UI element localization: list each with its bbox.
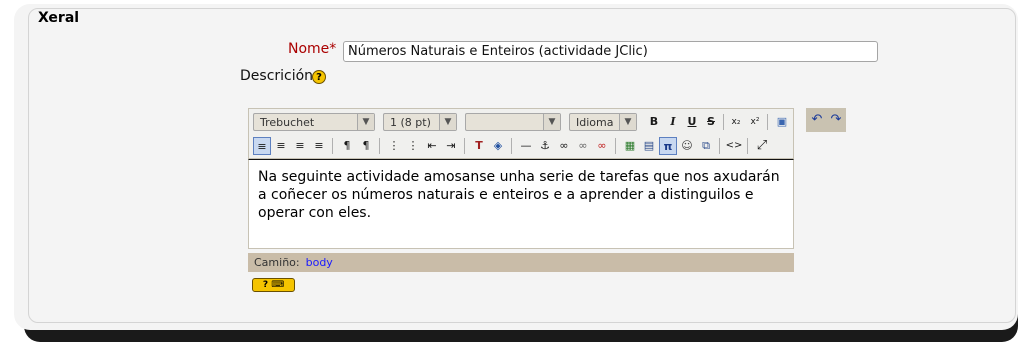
name-label-text: Nome (288, 41, 330, 57)
unordered-list-button[interactable]: ⋮ (404, 137, 422, 155)
ordered-list-button[interactable]: ⋮ (385, 137, 403, 155)
editor-toolbar: Trebuchet ▼ 1 (8 pt) ▼ ▼ Idioma ▼ B I U … (248, 108, 794, 159)
anchor-button[interactable]: ⚓ (536, 137, 554, 155)
align-right-button[interactable]: ≡ (291, 137, 309, 155)
toolbar-separator (615, 138, 616, 154)
font-size-select[interactable]: 1 (8 pt) ▼ (383, 113, 457, 131)
name-input[interactable] (343, 41, 878, 62)
align-center-button[interactable]: ≡ (272, 137, 290, 155)
help-icon[interactable]: ? (312, 70, 326, 84)
rich-text-editor: Trebuchet ▼ 1 (8 pt) ▼ ▼ Idioma ▼ B I U … (248, 108, 846, 273)
nolink-button[interactable]: ∞ (593, 137, 611, 155)
superscript-button[interactable]: x² (746, 113, 764, 131)
keyboard-shortcuts-button[interactable]: ? ⌨ (252, 278, 295, 292)
text-color-button[interactable]: T (470, 137, 488, 155)
editor-statusbar: Camiño: body (248, 253, 794, 272)
undo-button[interactable]: ↶ (808, 111, 826, 129)
indent-button[interactable]: ⇥ (442, 137, 460, 155)
strikethrough-button[interactable]: S (702, 113, 720, 131)
font-size-value: 1 (8 pt) (390, 116, 431, 129)
bold-button[interactable]: B (645, 113, 663, 131)
toolbar-separator (379, 138, 380, 154)
rtl-button[interactable]: ¶ (357, 137, 375, 155)
chevron-down-icon: ▼ (439, 114, 456, 130)
toolbar-separator (464, 138, 465, 154)
format-select[interactable]: ▼ (465, 113, 561, 131)
italic-button[interactable]: I (664, 113, 682, 131)
chevron-down-icon: ▼ (357, 114, 374, 130)
keyboard-icon: ⌨ (271, 280, 285, 290)
html-source-button[interactable]: <> (725, 137, 743, 155)
description-label: Descrición (240, 68, 314, 84)
cleanup-button[interactable]: ▣ (773, 113, 791, 131)
language-value: Idioma (576, 116, 614, 129)
section-title: Xeral (36, 10, 86, 26)
bg-color-button[interactable]: ◈ (489, 137, 507, 155)
redo-button[interactable]: ↷ (827, 111, 845, 129)
justify-button[interactable]: ≡ (310, 137, 328, 155)
smiley-button[interactable]: ☺ (678, 137, 696, 155)
path-label: Camiño: (254, 256, 300, 269)
fullscreen-button[interactable]: ⤢ (753, 137, 771, 155)
underline-button[interactable]: U (683, 113, 701, 131)
table-button[interactable]: ▤ (640, 137, 658, 155)
name-label: Nome* (288, 41, 336, 57)
toolbar-separator (747, 138, 748, 154)
search-replace-button[interactable]: ⧉ (697, 137, 715, 155)
chevron-down-icon: ▼ (543, 114, 560, 130)
align-left-button[interactable]: ≡ (253, 137, 271, 155)
subscript-button[interactable]: x₂ (727, 113, 745, 131)
required-marker: * (329, 41, 337, 57)
language-select[interactable]: Idioma ▼ (569, 113, 637, 131)
horizontal-rule-button[interactable]: — (517, 137, 535, 155)
toolbar-separator (719, 138, 720, 154)
font-family-select[interactable]: Trebuchet ▼ (253, 113, 375, 131)
toolbar-separator (332, 138, 333, 154)
toolbar-separator (511, 138, 512, 154)
toolbar-separator (723, 114, 724, 130)
link-button[interactable]: ∞ (555, 137, 573, 155)
special-char-button[interactable]: π (659, 137, 677, 155)
image-button[interactable]: ▦ (621, 137, 639, 155)
path-body-link[interactable]: body (306, 256, 333, 269)
chevron-down-icon: ▼ (619, 114, 636, 130)
outdent-button[interactable]: ⇤ (423, 137, 441, 155)
font-family-value: Trebuchet (260, 116, 315, 129)
ltr-button[interactable]: ¶ (338, 137, 356, 155)
help-glyph: ? (262, 280, 269, 290)
toolbar-separator (767, 114, 768, 130)
unlink-button[interactable]: ∞ (574, 137, 592, 155)
toolbar-history-group: ↶ ↷ (806, 108, 846, 132)
editor-content-area[interactable]: Na seguinte actividade amosanse unha ser… (248, 159, 794, 249)
